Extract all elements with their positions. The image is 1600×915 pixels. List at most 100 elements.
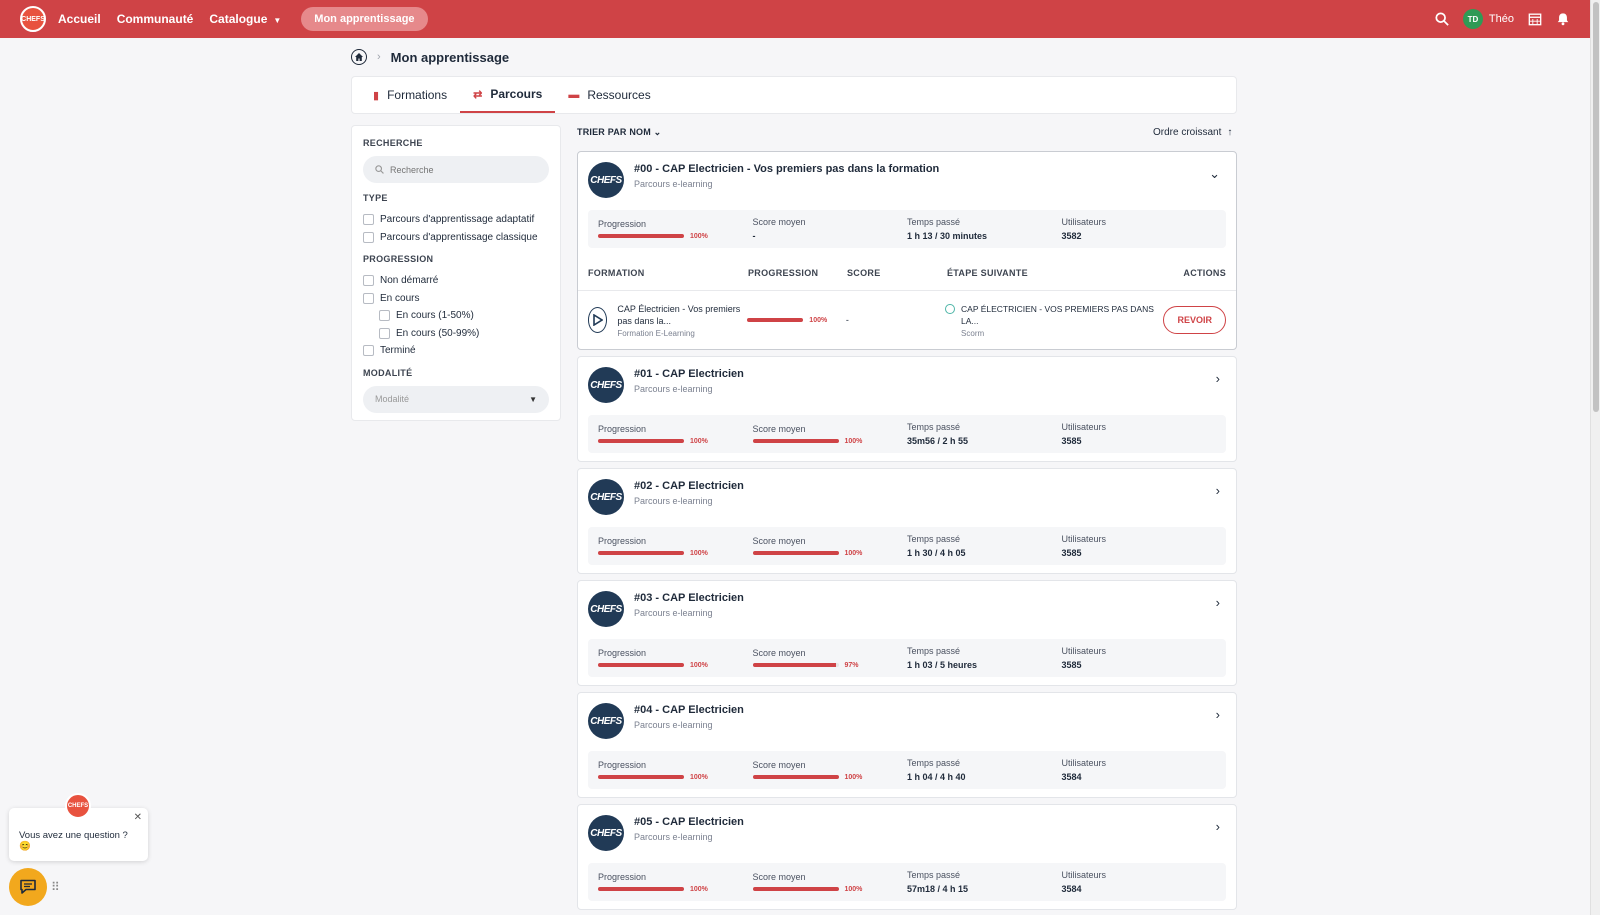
page-scrollbar[interactable] xyxy=(1590,0,1600,915)
chevron-right-icon[interactable]: › xyxy=(1216,819,1220,834)
breadcrumb: › Mon apprentissage xyxy=(351,49,509,65)
course-card[interactable]: CHEFS #00 - CAP Electricien - Vos premie… xyxy=(577,151,1237,350)
users-value: 3584 xyxy=(1061,884,1082,894)
caret-down-icon: ▼ xyxy=(529,394,537,404)
nav-catalogue[interactable]: Catalogue ▼ xyxy=(209,12,281,26)
chat-message: Vous avez une question ? 😊 xyxy=(19,830,128,852)
stat-label: Score moyen xyxy=(752,759,806,770)
progress-bar xyxy=(598,439,684,443)
course-subtitle: Parcours e-learning xyxy=(634,496,713,506)
progress-bar xyxy=(598,887,684,891)
progress-option[interactable]: Non démarré xyxy=(363,272,549,290)
score-value: - xyxy=(752,231,756,241)
clock-icon xyxy=(945,303,956,314)
formation-title[interactable]: CAP Électricien - Vos premiers pas dans … xyxy=(617,303,747,327)
progress-percent: 100% xyxy=(690,232,708,240)
stat-label: Score moyen xyxy=(752,871,806,882)
col-actions: ACTIONS xyxy=(1183,268,1226,278)
time-value: 1 h 03 / 5 heures xyxy=(907,660,978,670)
checkbox[interactable] xyxy=(363,275,374,287)
chevron-right-icon[interactable]: › xyxy=(1216,371,1220,386)
course-title[interactable]: #02 - CAP Electricien xyxy=(634,480,744,492)
course-card[interactable]: CHEFS #05 - CAP Electricien Parcours e-lea… xyxy=(577,804,1237,910)
search-icon[interactable] xyxy=(1435,12,1449,26)
checkbox[interactable] xyxy=(379,310,390,322)
search-field[interactable] xyxy=(363,156,549,183)
tab-ressources[interactable]: ▬ Ressources xyxy=(555,77,663,113)
chat-button[interactable] xyxy=(9,868,47,906)
play-icon xyxy=(588,307,608,333)
course-card[interactable]: CHEFS #01 - CAP Electricien Parcours e-lea… xyxy=(577,356,1237,462)
course-card[interactable]: CHEFS #04 - CAP Electricien Parcours e-lea… xyxy=(577,692,1237,798)
chevron-right-icon[interactable]: › xyxy=(1216,483,1220,498)
users-value: 3584 xyxy=(1061,772,1082,782)
option-label: Terminé xyxy=(380,345,416,357)
stat-label: Temps passé xyxy=(907,758,961,768)
type-option[interactable]: Parcours d'apprentissage adaptatif xyxy=(363,211,549,229)
course-subtitle: Parcours e-learning xyxy=(634,832,713,842)
progress-option[interactable]: En cours xyxy=(363,290,549,308)
course-title[interactable]: #05 - CAP Electricien xyxy=(634,816,744,828)
chevron-right-icon[interactable]: › xyxy=(1216,707,1220,722)
course-stats: Progression 100% Score moyen 100% Temps pa… xyxy=(588,415,1226,453)
course-logo: CHEFS xyxy=(588,367,624,403)
user-avatar[interactable]: TD xyxy=(1462,9,1483,29)
course-logo: CHEFS xyxy=(588,591,624,627)
course-title[interactable]: #00 - CAP Electricien - Vos premiers pas… xyxy=(634,163,939,175)
score-fill xyxy=(752,887,839,891)
score-value: - xyxy=(845,315,849,325)
stat-label: Progression xyxy=(598,535,647,546)
scrollbar-thumb[interactable] xyxy=(1593,2,1599,412)
sort-by-name[interactable]: TRIER PAR NOM ⌄ xyxy=(577,127,661,138)
stat-label: Progression xyxy=(598,647,647,658)
chevron-right-icon[interactable]: › xyxy=(1216,595,1220,610)
user-name[interactable]: Théo xyxy=(1489,13,1514,25)
course-subtitle: Parcours e-learning xyxy=(634,179,713,189)
checkbox[interactable] xyxy=(379,327,390,339)
sort-order[interactable]: Ordre croissant ↑ xyxy=(1153,127,1232,138)
arrow-up-icon: ↑ xyxy=(1227,127,1233,138)
progress-option[interactable]: En cours (1-50%) xyxy=(363,307,549,325)
checkbox[interactable] xyxy=(363,292,374,304)
col-next-step: ÉTAPE SUIVANTE xyxy=(947,268,1028,278)
search-input[interactable] xyxy=(390,164,530,175)
course-card[interactable]: CHEFS #02 - CAP Electricien Parcours e-lea… xyxy=(577,468,1237,574)
nav-mon-apprentissage[interactable]: Mon apprentissage xyxy=(301,7,428,31)
type-option[interactable]: Parcours d'apprentissage classique xyxy=(363,229,549,247)
close-icon[interactable]: ✕ xyxy=(134,812,142,823)
bell-icon[interactable] xyxy=(1556,12,1570,26)
tab-formations[interactable]: ▮ Formations xyxy=(360,77,460,113)
course-stats: Progression 100% Score moyen 97% Temps pas… xyxy=(588,639,1226,677)
drag-handle-icon[interactable]: ⠿ xyxy=(51,880,60,894)
score-bar xyxy=(752,775,839,779)
course-subtitle: Parcours e-learning xyxy=(634,720,713,730)
home-icon[interactable] xyxy=(351,49,367,65)
progress-option[interactable]: Terminé xyxy=(363,342,549,360)
time-value: 1 h 30 / 4 h 05 xyxy=(907,548,966,558)
chevron-down-icon[interactable]: ⌄ xyxy=(1209,166,1220,182)
checkbox[interactable] xyxy=(363,345,374,357)
checkbox[interactable] xyxy=(363,214,374,226)
next-step-type: Scorm xyxy=(961,328,985,338)
time-value: 1 h 04 / 4 h 40 xyxy=(907,772,966,782)
modality-select[interactable]: Modalité ▼ xyxy=(363,385,549,413)
nav-communaute[interactable]: Communauté xyxy=(117,12,194,26)
folder-icon: ▬ xyxy=(568,89,580,101)
progress-option[interactable]: En cours (50-99%) xyxy=(363,325,549,343)
course-title[interactable]: #01 - CAP Electricien xyxy=(634,368,744,380)
tab-label: Ressources xyxy=(587,88,651,102)
course-title[interactable]: #03 - CAP Electricien xyxy=(634,592,744,604)
calendar-icon[interactable] xyxy=(1528,12,1542,26)
brand-logo[interactable]: CHEFS xyxy=(20,6,46,32)
progress-percent: 100% xyxy=(690,661,708,669)
checkbox[interactable] xyxy=(363,231,374,243)
option-label: Non démarré xyxy=(380,275,439,287)
tab-parcours[interactable]: ⇄ Parcours xyxy=(460,77,556,113)
next-step-title[interactable]: CAP ÉLECTRICIEN - VOS PREMIERS PAS DANS … xyxy=(961,303,1163,327)
revoir-button[interactable]: REVOIR xyxy=(1163,306,1226,334)
course-card[interactable]: CHEFS #03 - CAP Electricien Parcours e-lea… xyxy=(577,580,1237,686)
time-value: 35m56 / 2 h 55 xyxy=(907,436,969,446)
stat-label: Score moyen xyxy=(752,647,806,658)
nav-accueil[interactable]: Accueil xyxy=(58,12,101,26)
course-title[interactable]: #04 - CAP Electricien xyxy=(634,704,744,716)
